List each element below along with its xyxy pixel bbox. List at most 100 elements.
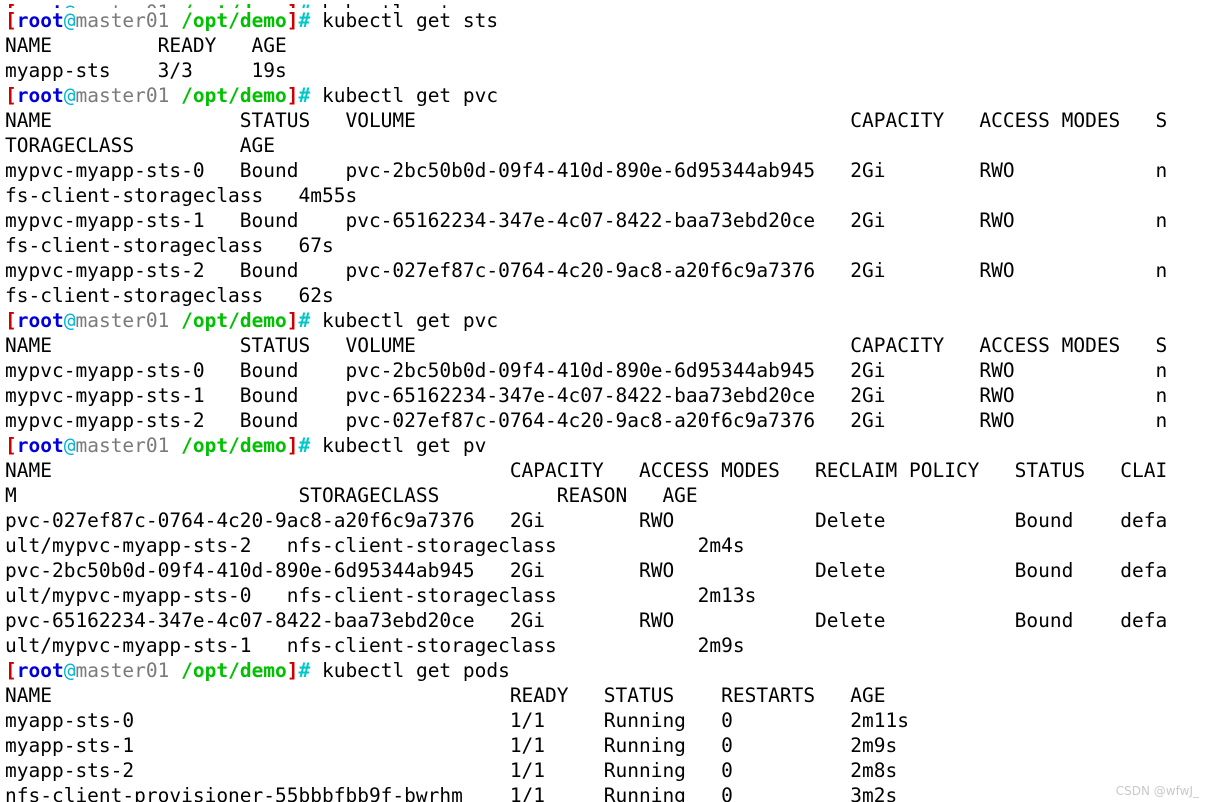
terminal-prompt-line: [root@master01 /opt/demo]# kubectl get s… [5,8,1207,33]
prompt-at: @ [63,309,76,332]
terminal-output-line: fs-client-storageclass 62s [5,283,1207,308]
prompt-path: /opt/demo [169,9,287,32]
terminal-command-text: kubectl get pvc [310,309,499,332]
prompt-host: master01 [75,659,170,682]
terminal-output-text: ult/mypvc-myapp-sts-1 nfs-client-storage… [5,634,745,657]
terminal-output-text: pvc-2bc50b0d-09f4-410d-890e-6d95344ab945… [5,559,1168,582]
prompt-at: @ [63,434,76,457]
prompt-hash: # [298,84,311,107]
terminal-output-text: NAME STATUS VOLUME CAPACITY ACCESS MODES… [5,334,1168,357]
prompt-host: master01 [75,309,170,332]
prompt-close-bracket: ] [286,434,299,457]
terminal-output-line: myapp-sts-0 1/1 Running 0 2m11s [5,708,1207,733]
terminal-output-text: pvc-027ef87c-0764-4c20-9ac8-a20f6c9a7376… [5,509,1168,532]
terminal-prompt-line: [root@master01 /opt/demo]# kubectl get p… [5,83,1207,108]
terminal-output-line: fs-client-storageclass 4m55s [5,183,1207,208]
terminal-prompt-line: [root@master01 /opt/demo]# kubectl get p… [5,433,1207,458]
terminal-output-line: M STORAGECLASS REASON AGE [5,483,1207,508]
terminal-output-text: mypvc-myapp-sts-0 Bound pvc-2bc50b0d-09f… [5,159,1168,182]
terminal-output-text: mypvc-myapp-sts-2 Bound pvc-027ef87c-076… [5,409,1168,432]
prompt-path: /opt/demo [169,84,287,107]
terminal-output-text: mypvc-myapp-sts-0 Bound pvc-2bc50b0d-09f… [5,359,1168,382]
terminal-command-text: kubectl get sts [310,9,499,32]
terminal-output-area[interactable]: [root@master01 /opt/demo]# kubectl get p… [5,0,1207,802]
terminal-output-text: ult/mypvc-myapp-sts-0 nfs-client-storage… [5,584,757,607]
prompt-close-bracket: ] [286,309,299,332]
terminal-command-text: kubectl get pods [310,659,510,682]
prompt-user: root [16,659,64,682]
prompt-open-bracket: [ [5,1,17,8]
prompt-close-bracket: ] [286,9,299,32]
prompt-hash: # [298,9,311,32]
prompt-hash: # [298,309,311,332]
terminal-output-text: NAME STATUS VOLUME CAPACITY ACCESS MODES… [5,109,1168,132]
terminal-output-line: TORAGECLASS AGE [5,133,1207,158]
terminal-window[interactable]: [root@master01 /opt/demo]# kubectl get p… [0,0,1207,802]
csdn-watermark: CSDN @wfwJ_ [1115,784,1199,798]
prompt-open-bracket: [ [5,434,17,457]
terminal-output-line: myapp-sts 3/3 19s [5,58,1207,83]
prompt-path: /opt/demo [169,309,287,332]
terminal-output-line: mypvc-myapp-sts-1 Bound pvc-65162234-347… [5,208,1207,233]
prompt-host: master01 [75,84,170,107]
prompt-close-bracket: ] [286,659,299,682]
prompt-at: @ [63,659,76,682]
terminal-output-text: pvc-65162234-347e-4c07-8422-baa73ebd20ce… [5,609,1168,632]
prompt-at: @ [63,84,76,107]
terminal-command-text: kubectl get pvc [310,84,499,107]
terminal-output-text: NAME READY AGE [5,34,287,57]
prompt-open-bracket: [ [5,309,17,332]
terminal-command-text: kubectl get pv [310,434,487,457]
terminal-output-text: myapp-sts-0 1/1 Running 0 2m11s [5,709,909,732]
terminal-output-line: mypvc-myapp-sts-1 Bound pvc-65162234-347… [5,383,1207,408]
terminal-output-text: myapp-sts 3/3 19s [5,59,287,82]
terminal-output-text: myapp-sts-2 1/1 Running 0 2m8s [5,759,898,782]
prompt-close-bracket: ] [287,1,299,8]
terminal-prompt-line: [root@master01 /opt/demo]# kubectl get p… [5,308,1207,333]
prompt-host: master01 [75,434,170,457]
prompt-at: @ [64,1,76,8]
terminal-output-line: NAME STATUS VOLUME CAPACITY ACCESS MODES… [5,333,1207,358]
prompt-user: root [17,1,64,8]
terminal-output-line: fs-client-storageclass 67s [5,233,1207,258]
prompt-user: root [16,9,64,32]
terminal-output-text: NAME READY STATUS RESTARTS AGE [5,684,886,707]
terminal-output-text: fs-client-storageclass 62s [5,284,334,307]
terminal-output-text: M STORAGECLASS REASON AGE [5,484,698,507]
prompt-host: master01 [75,1,169,8]
prompt-hash: # [298,659,311,682]
terminal-prompt-line: [root@master01 /opt/demo]# kubectl get p… [5,0,1207,8]
terminal-output-text: ult/mypvc-myapp-sts-2 nfs-client-storage… [5,534,745,557]
terminal-output-line: mypvc-myapp-sts-2 Bound pvc-027ef87c-076… [5,258,1207,283]
prompt-open-bracket: [ [5,659,17,682]
terminal-output-line: NAME CAPACITY ACCESS MODES RECLAIM POLIC… [5,458,1207,483]
terminal-output-text: mypvc-myapp-sts-1 Bound pvc-65162234-347… [5,209,1168,232]
terminal-output-text: NAME CAPACITY ACCESS MODES RECLAIM POLIC… [5,459,1168,482]
terminal-output-line: pvc-027ef87c-0764-4c20-9ac8-a20f6c9a7376… [5,508,1207,533]
terminal-output-line: pvc-65162234-347e-4c07-8422-baa73ebd20ce… [5,608,1207,633]
prompt-open-bracket: [ [5,84,17,107]
terminal-prompt-line: [root@master01 /opt/demo]# kubectl get p… [5,658,1207,683]
terminal-output-line: pvc-2bc50b0d-09f4-410d-890e-6d95344ab945… [5,558,1207,583]
terminal-output-text: TORAGECLASS AGE [5,134,276,157]
terminal-output-line: myapp-sts-2 1/1 Running 0 2m8s [5,758,1207,783]
terminal-output-text: fs-client-storageclass 4m55s [5,184,358,207]
prompt-open-bracket: [ [5,9,17,32]
prompt-close-bracket: ] [286,84,299,107]
prompt-path: /opt/demo [169,659,287,682]
terminal-output-text: fs-client-storageclass 67s [5,234,334,257]
terminal-output-line: mypvc-myapp-sts-0 Bound pvc-2bc50b0d-09f… [5,358,1207,383]
terminal-output-text: nfs-client-provisioner-55bbbfbb9f-bwrhm … [5,784,898,802]
terminal-output-line: NAME READY AGE [5,33,1207,58]
terminal-output-line: myapp-sts-1 1/1 Running 0 2m9s [5,733,1207,758]
prompt-path: /opt/demo [169,434,287,457]
prompt-path: /opt/demo [169,1,287,8]
terminal-output-line: ult/mypvc-myapp-sts-2 nfs-client-storage… [5,533,1207,558]
terminal-output-line: nfs-client-provisioner-55bbbfbb9f-bwrhm … [5,783,1207,802]
prompt-user: root [16,434,64,457]
prompt-host: master01 [75,9,170,32]
prompt-user: root [16,84,64,107]
terminal-output-line: NAME READY STATUS RESTARTS AGE [5,683,1207,708]
terminal-output-text: mypvc-myapp-sts-1 Bound pvc-65162234-347… [5,384,1168,407]
prompt-user: root [16,309,64,332]
